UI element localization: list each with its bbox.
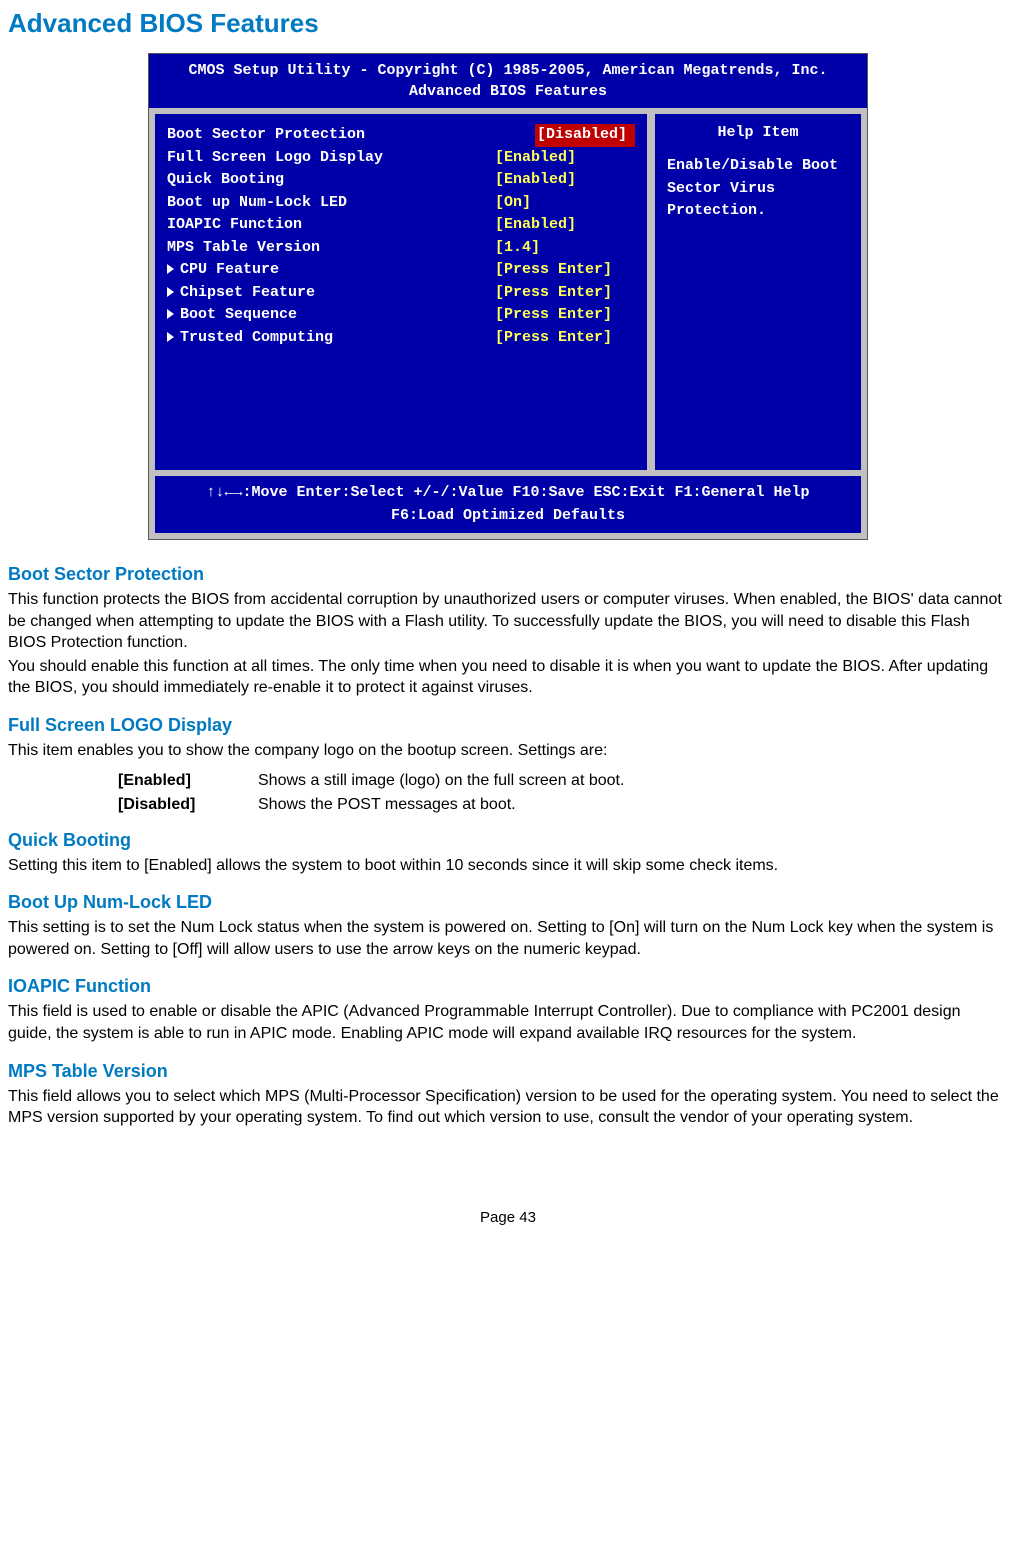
bios-setting-value: [Enabled] — [495, 214, 635, 237]
bios-setting-label: Quick Booting — [167, 169, 495, 192]
bios-setting-row[interactable]: MPS Table Version [1.4] — [167, 237, 635, 260]
settings-desc: Shows a still image (logo) on the full s… — [258, 772, 1008, 790]
body-text: This setting is to set the Num Lock stat… — [8, 917, 1008, 960]
bios-setting-row[interactable]: CPU Feature [Press Enter] — [167, 259, 635, 282]
bios-setting-label: Boot up Num-Lock LED — [167, 192, 495, 215]
submenu-arrow-icon — [167, 287, 174, 297]
section-title-numlock: Boot Up Num-Lock LED — [8, 892, 1008, 913]
bios-setting-row[interactable]: Quick Booting [Enabled] — [167, 169, 635, 192]
settings-row: [Enabled] Shows a still image (logo) on … — [118, 772, 1008, 790]
bios-setting-label: Trusted Computing — [167, 327, 495, 350]
bios-setting-label-text: Chipset Feature — [180, 284, 315, 301]
bios-setting-label: IOAPIC Function — [167, 214, 495, 237]
settings-key: [Enabled] — [118, 772, 258, 790]
body-text: This item enables you to show the compan… — [8, 740, 1008, 762]
settings-table: [Enabled] Shows a still image (logo) on … — [118, 772, 1008, 814]
bios-setting-value: [Press Enter] — [495, 282, 635, 305]
bios-title-line2: Advanced BIOS Features — [153, 81, 863, 102]
bios-setting-value: [Disabled] — [535, 124, 635, 147]
body-text: Setting this item to [Enabled] allows th… — [8, 855, 1008, 877]
section-title-boot-sector: Boot Sector Protection — [8, 564, 1008, 585]
bios-setting-label: Boot Sector Protection — [167, 124, 535, 147]
section-title-ioapic: IOAPIC Function — [8, 976, 1008, 997]
bios-setting-row[interactable]: Full Screen Logo Display [Enabled] — [167, 147, 635, 170]
bios-setting-value: [Enabled] — [495, 169, 635, 192]
bios-setting-value: [Press Enter] — [495, 304, 635, 327]
section-title-full-screen-logo: Full Screen LOGO Display — [8, 715, 1008, 736]
bios-setting-label-text: Full Screen Logo Display — [167, 149, 383, 166]
bios-setting-label-text: CPU Feature — [180, 261, 279, 278]
bios-setting-label-text: Boot Sequence — [180, 306, 297, 323]
bios-setting-row[interactable]: IOAPIC Function [Enabled] — [167, 214, 635, 237]
submenu-arrow-icon — [167, 264, 174, 274]
bios-setting-label: Boot Sequence — [167, 304, 495, 327]
bios-setting-row[interactable]: Trusted Computing [Press Enter] — [167, 327, 635, 350]
bios-setting-row[interactable]: Chipset Feature [Press Enter] — [167, 282, 635, 305]
bios-setting-label-text: Quick Booting — [167, 171, 284, 188]
bios-setting-row[interactable]: Boot Sequence [Press Enter] — [167, 304, 635, 327]
bios-setting-label-text: MPS Table Version — [167, 239, 320, 256]
bios-setting-label: CPU Feature — [167, 259, 495, 282]
bios-setting-label-text: Boot Sector Protection — [167, 126, 365, 143]
settings-desc: Shows the POST messages at boot. — [258, 796, 1008, 814]
bios-footer: ↑↓←→:Move Enter:Select +/-/:Value F10:Sa… — [153, 476, 863, 535]
submenu-arrow-icon — [167, 309, 174, 319]
bios-title-line1: CMOS Setup Utility - Copyright (C) 1985-… — [153, 60, 863, 81]
bios-settings-panel: Boot Sector Protection[Disabled]Full Scr… — [153, 112, 649, 472]
bios-help-text: Enable/Disable Boot Sector Virus Protect… — [667, 155, 849, 223]
body-text: This function protects the BIOS from acc… — [8, 589, 1008, 654]
body-text: You should enable this function at all t… — [8, 656, 1008, 699]
bios-setting-value: [Enabled] — [495, 147, 635, 170]
bios-setting-label-text: Trusted Computing — [180, 329, 333, 346]
bios-setting-label-text: IOAPIC Function — [167, 216, 302, 233]
section-title-quick-booting: Quick Booting — [8, 830, 1008, 851]
bios-titlebar: CMOS Setup Utility - Copyright (C) 1985-… — [149, 54, 867, 108]
bios-setting-label: Full Screen Logo Display — [167, 147, 495, 170]
body-text: This field is used to enable or disable … — [8, 1001, 1008, 1044]
bios-screenshot: CMOS Setup Utility - Copyright (C) 1985-… — [148, 53, 868, 540]
bios-setting-label: MPS Table Version — [167, 237, 495, 260]
bios-footer-line1: ↑↓←→:Move Enter:Select +/-/:Value F10:Sa… — [159, 482, 857, 505]
page-number: Page 43 — [8, 1209, 1008, 1226]
bios-footer-line2: F6:Load Optimized Defaults — [159, 505, 857, 528]
page-title: Advanced BIOS Features — [8, 8, 1008, 39]
bios-setting-value: [Press Enter] — [495, 259, 635, 282]
bios-setting-row[interactable]: Boot up Num-Lock LED [On] — [167, 192, 635, 215]
bios-setting-value: [On] — [495, 192, 635, 215]
bios-setting-label: Chipset Feature — [167, 282, 495, 305]
bios-setting-row[interactable]: Boot Sector Protection [Disabled] — [167, 124, 635, 147]
bios-setting-value: [Press Enter] — [495, 327, 635, 350]
bios-help-title: Help Item — [667, 124, 849, 141]
submenu-arrow-icon — [167, 332, 174, 342]
settings-row: [Disabled] Shows the POST messages at bo… — [118, 796, 1008, 814]
section-title-mps: MPS Table Version — [8, 1061, 1008, 1082]
bios-help-panel: Help Item Enable/Disable Boot Sector Vir… — [653, 112, 863, 472]
bios-setting-label-text: Boot up Num-Lock LED — [167, 194, 347, 211]
bios-setting-value: [1.4] — [495, 237, 635, 260]
settings-key: [Disabled] — [118, 796, 258, 814]
bios-window: CMOS Setup Utility - Copyright (C) 1985-… — [148, 53, 868, 540]
body-text: This field allows you to select which MP… — [8, 1086, 1008, 1129]
